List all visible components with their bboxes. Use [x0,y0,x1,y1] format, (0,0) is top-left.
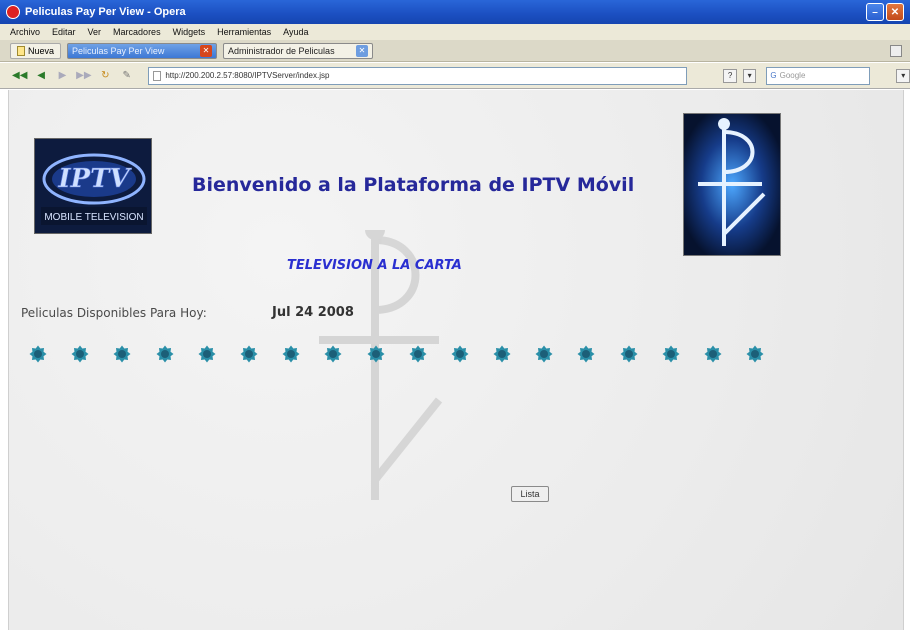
document-icon [17,45,25,56]
fast-forward-icon[interactable]: ▶▶ [76,68,91,84]
logo-caption: MOBILE TELEVISION [44,212,143,223]
page-title: Bienvenido a la Plataforma de IPTV Móvil [192,174,635,196]
rewind-icon[interactable]: ◀◀ [12,68,27,84]
forward-icon[interactable]: ▶ [55,68,70,84]
search-dropdown-icon[interactable]: ▾ [896,68,910,83]
star-bullet-icon [71,345,89,363]
search-input[interactable]: G Google [766,66,871,85]
star-bullet-icon [620,345,638,363]
star-bullet-icon [493,345,511,363]
star-bullet-icon [409,345,427,363]
window-titlebar: Peliculas Pay Per View - Opera – ✕ [0,0,910,24]
address-toolbar: ◀◀ ◀ ▶ ▶▶ ↻ ✎ http://200.200.2.57:8080/I… [0,63,910,89]
close-tab-icon[interactable]: ✕ [200,44,213,57]
menu-widgets[interactable]: Widgets [173,27,206,37]
available-label: Peliculas Disponibles Para Hoy: [21,306,207,320]
star-row [29,345,764,363]
star-bullet-icon [198,345,216,363]
menu-bar: Archivo Editar Ver Marcadores Widgets He… [0,24,910,40]
menu-marcadores[interactable]: Marcadores [113,27,161,37]
pv-emblem-logo [683,113,781,256]
edit-icon[interactable]: ✎ [119,68,134,84]
page-icon [153,70,162,81]
star-bullet-icon [240,345,258,363]
trash-icon[interactable] [890,44,902,57]
subtitle: TELEVISION A LA CARTA [287,258,462,273]
star-bullet-icon [324,345,342,363]
star-bullet-icon [577,345,595,363]
tab-bar: Nueva Peliculas Pay Per View ✕ Administr… [0,40,910,62]
address-input[interactable]: http://200.200.2.57:8080/IPTVServer/inde… [148,66,688,85]
new-tab-button[interactable]: Nueva [10,42,62,59]
star-bullet-icon [535,345,553,363]
menu-herramientas[interactable]: Herramientas [217,27,271,37]
new-tab-label: Nueva [28,45,55,56]
star-bullet-icon [662,345,680,363]
menu-editar[interactable]: Editar [52,27,76,37]
tab-label: Peliculas Pay Per View [72,45,165,56]
window-controls: – ✕ [866,3,904,21]
tab-peliculas[interactable]: Peliculas Pay Per View ✕ [67,42,218,59]
close-button[interactable]: ✕ [886,3,904,21]
date-value: Jul 24 2008 [272,305,354,320]
list-button[interactable]: Lista [511,486,549,502]
star-bullet-icon [113,345,131,363]
page-content: IPTV MOBILE TELEVISION Bienvenido a la P… [8,90,904,630]
star-bullet-icon [282,345,300,363]
help-icon[interactable]: ? [723,68,737,83]
opera-icon [6,5,20,19]
search-engine-icon: G [770,71,777,80]
star-bullet-icon [451,345,469,363]
star-bullet-icon [29,345,47,363]
reload-icon[interactable]: ↻ [98,68,113,84]
search-placeholder: Google [779,71,806,80]
tab-label: Administrador de Peliculas [228,45,335,56]
close-tab-icon[interactable]: ✕ [356,44,369,57]
star-bullet-icon [746,345,764,363]
window-title: Peliculas Pay Per View - Opera [25,6,186,18]
menu-ver[interactable]: Ver [88,27,102,37]
star-bullet-icon [156,345,174,363]
back-icon[interactable]: ◀ [33,68,48,84]
star-bullet-icon [704,345,722,363]
minimize-button[interactable]: – [866,3,884,21]
tab-administrador[interactable]: Administrador de Peliculas ✕ [223,42,374,59]
star-bullet-icon [367,345,384,363]
logo-text: IPTV [57,164,132,194]
menu-archivo[interactable]: Archivo [10,27,40,37]
iptv-logo: IPTV MOBILE TELEVISION [34,138,152,234]
address-url: http://200.200.2.57:8080/IPTVServer/inde… [165,71,330,80]
dropdown-icon[interactable]: ▾ [742,68,757,83]
menu-ayuda[interactable]: Ayuda [283,27,308,37]
